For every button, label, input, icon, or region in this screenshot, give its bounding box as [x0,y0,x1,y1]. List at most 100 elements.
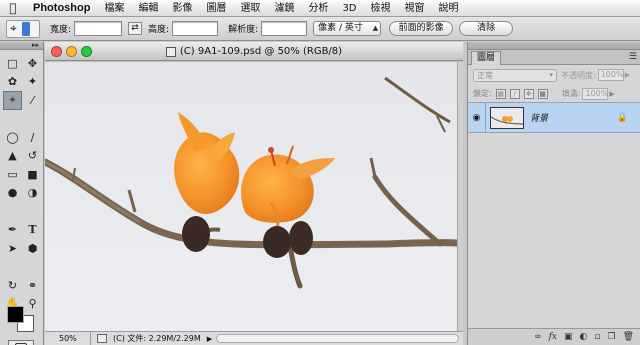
resolution-unit-value: 像素 / 英寸 [318,23,363,33]
3d-orbit-tool-icon[interactable]: ⚭ [23,276,42,295]
brush-tool-icon[interactable]: ∕ [23,128,42,147]
menu-select[interactable]: 選取 [233,0,267,17]
lock-transparency-icon[interactable]: ▦ [495,88,506,99]
clear-button[interactable]: 清除 [459,21,514,36]
crop-tool-icon: ⌖ [10,21,17,35]
image-canvas[interactable] [45,62,457,331]
lock-label: 鎖定: [473,89,492,98]
options-bar: ⌖ 寬度: ⇄ 高度: 解析度: 像素 / 英寸 ▲︎ 前面的影像 清除 [0,17,640,41]
collapse-arrows-icon[interactable]: ▸▸ [32,41,39,49]
document-title-text: (C) 9A1-109.psd @ 50% (RGB/8) [179,46,343,57]
menu-layer[interactable]: 圖層 [199,0,233,17]
layer-row[interactable]: ◉ 背景 🔒 [468,102,640,133]
layer-thumbnail [490,106,524,129]
chevron-down-icon: ▲︎ [372,24,379,32]
height-input[interactable] [172,21,219,36]
document-title: (C) 9A1-109.psd @ 50% (RGB/8) [165,42,343,61]
menu-edit[interactable]: 編輯 [131,0,165,17]
layer-lock-icon: 🔒 [616,112,628,123]
vertical-scrollbar[interactable] [457,62,463,331]
menu-window[interactable]: 視窗 [398,0,432,17]
foreground-color-swatch[interactable] [7,306,24,323]
panel-menu-icon[interactable]: ☰ [629,52,637,62]
quick-mask-button[interactable] [8,340,34,345]
path-selection-tool-icon[interactable]: ➤ [3,239,22,258]
front-image-button[interactable]: 前面的影像 [389,21,454,36]
menu-3d[interactable]: 3D [335,0,363,17]
tab-layers[interactable]: 圖層 [471,51,502,65]
menu-filter[interactable]: 濾鏡 [267,0,301,17]
document-icon [165,46,176,57]
healing-brush-tool-icon[interactable]: ◯ [3,128,22,147]
tools-panel-grip[interactable]: ▸▸ [0,41,43,50]
lock-all-icon[interactable]: ■ [537,88,548,99]
lock-pixels-icon[interactable]: ∕ [509,88,520,99]
layer-name[interactable]: 背景 [530,111,548,124]
add-mask-icon[interactable]: ▣ [564,332,573,342]
marquee-tool-icon[interactable]: □ [3,54,22,73]
pen-tool-icon[interactable]: ✒ [3,221,22,240]
document-titlebar: (C) 9A1-109.psd @ 50% (RGB/8) [45,42,463,61]
eyedropper-tool-icon[interactable]: ⁄ [23,91,42,110]
lasso-tool-icon[interactable]: ✿ [3,73,22,92]
clone-stamp-tool-icon[interactable]: ▲ [3,147,22,166]
3d-rotate-tool-icon[interactable]: ↻ [3,276,22,295]
swap-dimensions-icon[interactable]: ⇄ [128,22,143,35]
apple-menu-icon[interactable]:  [0,1,26,15]
height-label: 高度: [148,25,170,35]
chevron-down-icon: ▾ [549,70,553,79]
status-bar: 50% (C) 文件: 2.29M/2.29M ▶ [45,331,463,345]
link-layers-icon[interactable]: ∞ [534,332,542,342]
menu-view[interactable]: 檢視 [364,0,398,17]
document-status-icon [97,334,107,343]
layers-panel-grip[interactable] [468,42,640,50]
minimize-window-button[interactable] [66,46,77,57]
zoom-window-button[interactable] [81,46,92,57]
eraser-tool-icon[interactable]: ▭ [3,165,22,184]
menu-help[interactable]: 說明 [432,0,466,17]
magic-wand-tool-icon[interactable]: ✦ [23,73,42,92]
new-group-icon[interactable]: ▫ [594,332,600,342]
type-tool-icon[interactable]: T [23,221,42,240]
menu-app-name[interactable]: Photoshop [26,0,97,17]
blur-tool-icon[interactable]: ● [3,184,22,203]
menu-analysis[interactable]: 分析 [301,0,335,17]
history-brush-tool-icon[interactable]: ↺ [23,147,42,166]
move-tool-icon[interactable]: ✥ [23,54,42,73]
fill-slider-arrow-icon[interactable]: ▶ [609,90,614,98]
menu-file[interactable]: 檔案 [97,0,131,17]
close-window-button[interactable] [51,46,62,57]
delete-layer-icon[interactable]: 🗑 [623,332,634,342]
resolution-label: 解析度: [228,25,259,35]
zoom-level-field[interactable]: 50% [45,332,91,345]
fill-input[interactable]: 100% [582,87,609,100]
horizontal-scrollbar[interactable] [216,334,459,343]
layer-thumbnail-image [491,107,523,128]
width-label: 寬度: [50,25,72,35]
tools-panel: ▸▸ □ ✥ ✿ ✦ ⌖ ⁄ ◯ ∕ ▲ ↺ ▭ ■ ● ◑ ✒ T ➤ ⬢ ↻… [0,41,44,345]
new-layer-icon[interactable]: ❐ [607,332,615,342]
eye-visibility-icon[interactable]: ◉ [468,102,486,133]
gradient-tool-icon[interactable]: ■ [23,165,42,184]
resolution-input[interactable] [261,21,308,36]
opacity-label: 不透明度: [561,70,596,80]
width-input[interactable] [74,21,123,36]
blend-mode-select[interactable]: 正常 ▾ [473,68,557,82]
lock-position-icon[interactable]: ✥ [523,88,534,99]
opacity-input[interactable]: 100% [597,69,624,81]
crop-tool-icon[interactable]: ⌖ [3,91,22,110]
dodge-tool-icon[interactable]: ◑ [23,184,42,203]
adjustment-layer-icon[interactable]: ◐ [580,332,588,342]
opacity-slider-arrow-icon[interactable]: ▶ [625,71,630,79]
tool-preset-picker[interactable]: ⌖ [6,19,40,38]
photo-flowers-on-branch [45,62,457,331]
status-menu-arrow-icon[interactable]: ▶ [207,335,212,343]
window-controls [51,46,92,57]
shape-tool-icon[interactable]: ⬢ [23,239,42,258]
resolution-unit-select[interactable]: 像素 / 英寸 ▲︎ [313,21,382,36]
layer-style-icon[interactable]: fx [549,332,557,342]
menu-image[interactable]: 影像 [165,0,199,17]
tool-separator [3,258,42,261]
layers-list-empty-area [468,143,640,328]
layers-panel-footer: ∞ fx ▣ ◐ ▫ ❐ 🗑 [468,328,640,345]
